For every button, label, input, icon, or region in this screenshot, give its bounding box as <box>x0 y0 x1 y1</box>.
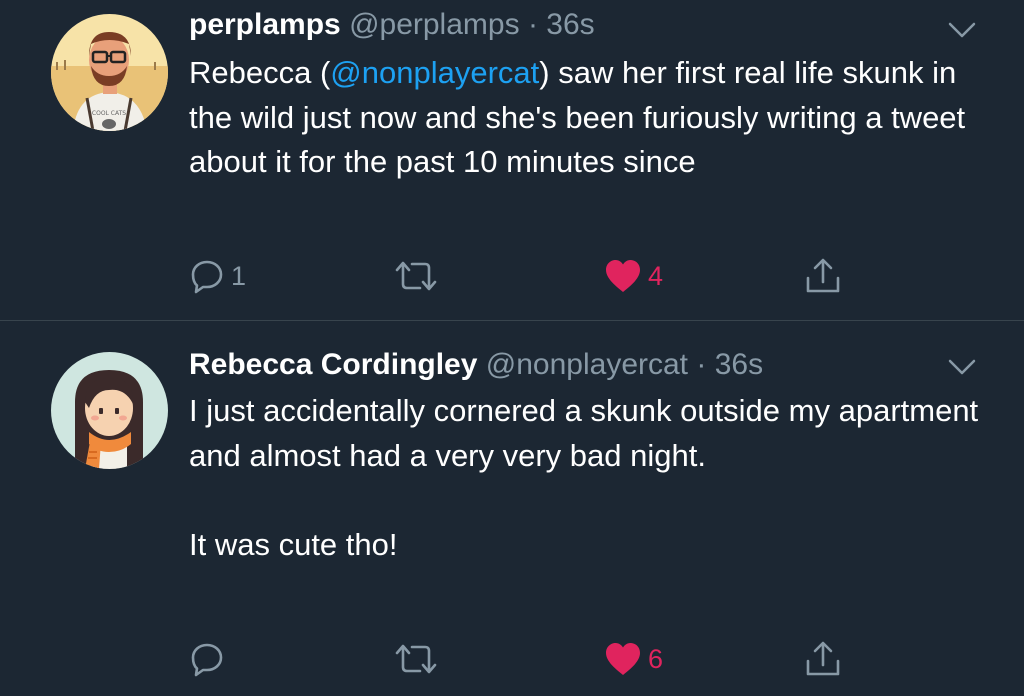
like-count: 4 <box>648 261 664 291</box>
retweet-button[interactable] <box>394 254 438 298</box>
timestamp[interactable]: 36s <box>546 8 594 41</box>
tweet-text: Rebecca (@nonplayercat) saw her first re… <box>189 51 989 185</box>
separator: · <box>527 8 538 41</box>
tweet-paragraph-1: I just accidentally cornered a skunk out… <box>189 393 979 473</box>
mention-link[interactable]: @nonplayercat <box>330 55 539 90</box>
timestamp[interactable]: 36s <box>715 348 763 381</box>
reply-icon <box>191 260 223 294</box>
tweet-header: Rebecca Cordingley @nonplayercat · 36s <box>189 345 763 385</box>
share-icon <box>806 641 840 676</box>
retweet-icon <box>395 261 437 291</box>
tweet-perplamps[interactable]: COOL CATS perplamps @perplamps · 36s Reb… <box>0 0 1024 320</box>
reply-button[interactable] <box>189 637 231 681</box>
handle[interactable]: @perplamps <box>349 8 520 41</box>
like-count: 6 <box>648 644 664 674</box>
handle[interactable]: @nonplayercat <box>486 348 688 381</box>
avatar-shirt-text: COOL CATS <box>92 110 126 117</box>
share-button[interactable] <box>803 637 843 681</box>
retweet-button[interactable] <box>394 637 438 681</box>
like-button[interactable]: 4 <box>604 254 663 298</box>
heart-icon <box>606 260 640 292</box>
tweet-header: perplamps @perplamps · 36s <box>189 5 595 45</box>
heart-icon <box>606 643 640 675</box>
separator: · <box>696 348 707 381</box>
chevron-down-icon[interactable] <box>946 18 978 42</box>
avatar-nonplayercat[interactable] <box>51 352 168 469</box>
avatar-perplamps[interactable]: COOL CATS <box>51 14 168 131</box>
display-name[interactable]: perplamps <box>189 8 341 41</box>
display-name[interactable]: Rebecca Cordingley <box>189 348 477 381</box>
share-icon <box>806 258 840 293</box>
action-bar: 6 <box>0 637 1024 681</box>
tweet-text: I just accidentally cornered a skunk out… <box>189 389 989 567</box>
chevron-down-icon[interactable] <box>946 355 978 379</box>
share-button[interactable] <box>803 254 843 298</box>
like-button[interactable]: 6 <box>604 637 663 681</box>
action-bar: 1 4 <box>0 254 1024 298</box>
reply-button[interactable]: 1 <box>189 254 246 298</box>
retweet-icon <box>395 644 437 674</box>
reply-icon <box>191 643 223 677</box>
reply-count: 1 <box>231 261 247 291</box>
text-before: Rebecca ( <box>189 55 331 90</box>
tweet-paragraph-2: It was cute tho! <box>189 526 398 562</box>
tweet-nonplayercat[interactable]: Rebecca Cordingley @nonplayercat · 36s I… <box>0 321 1024 696</box>
